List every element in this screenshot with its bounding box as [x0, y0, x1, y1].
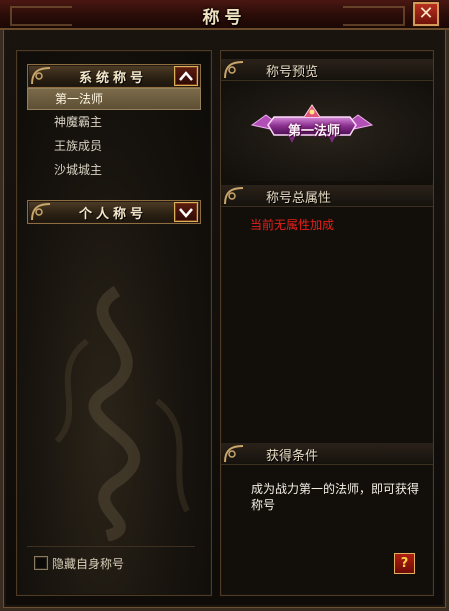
corner-ornament-icon: [224, 61, 244, 79]
attributes-text: 当前无属性加成: [250, 218, 335, 232]
dragon-background-art: [54, 285, 190, 541]
corner-ornament-icon: [31, 67, 51, 85]
corner-ornament-icon: [31, 203, 51, 221]
hide-title-checkbox[interactable]: [34, 556, 48, 570]
category-label: 系统称号: [78, 71, 147, 86]
close-button[interactable]: ✕: [413, 2, 439, 26]
conditions-header: 获得条件: [221, 443, 433, 465]
expand-button[interactable]: [174, 202, 198, 222]
title-bar: 称号 ✕: [0, 0, 449, 30]
title-item-royal-member[interactable]: 王族成员: [27, 135, 201, 157]
title-item-demon-overlord[interactable]: 神魔霸主: [27, 111, 201, 133]
category-label: 个人称号: [78, 207, 147, 222]
chevron-up-icon: [179, 71, 193, 81]
title-item-castle-lord[interactable]: 沙城城主: [27, 159, 201, 181]
category-personal-titles[interactable]: 个人称号: [27, 200, 201, 224]
footer-divider: [27, 546, 195, 547]
attributes-header-label: 称号总属性: [266, 191, 332, 206]
preview-header-label: 称号预览: [266, 65, 319, 80]
close-icon: ✕: [418, 3, 434, 24]
window-title: 称号: [202, 8, 247, 28]
chevron-down-icon: [179, 208, 193, 218]
preview-header: 称号预览: [221, 59, 433, 81]
attributes-header: 称号总属性: [221, 185, 433, 207]
title-item-first-mage[interactable]: 第一法师: [27, 88, 201, 110]
collapse-button[interactable]: [174, 66, 198, 86]
help-button[interactable]: ?: [394, 553, 415, 574]
conditions-text: 成为战力第一的法师，即可获得称号: [251, 482, 420, 512]
corner-ornament-icon: [224, 187, 244, 205]
conditions-header-label: 获得条件: [266, 449, 319, 464]
hide-title-label: 隐藏自身称号: [52, 557, 125, 571]
corner-ornament-icon: [224, 445, 244, 463]
badge-title-text: 第一法师: [287, 124, 340, 139]
question-mark-icon: ?: [400, 556, 409, 571]
category-system-titles[interactable]: 系统称号: [27, 64, 201, 88]
